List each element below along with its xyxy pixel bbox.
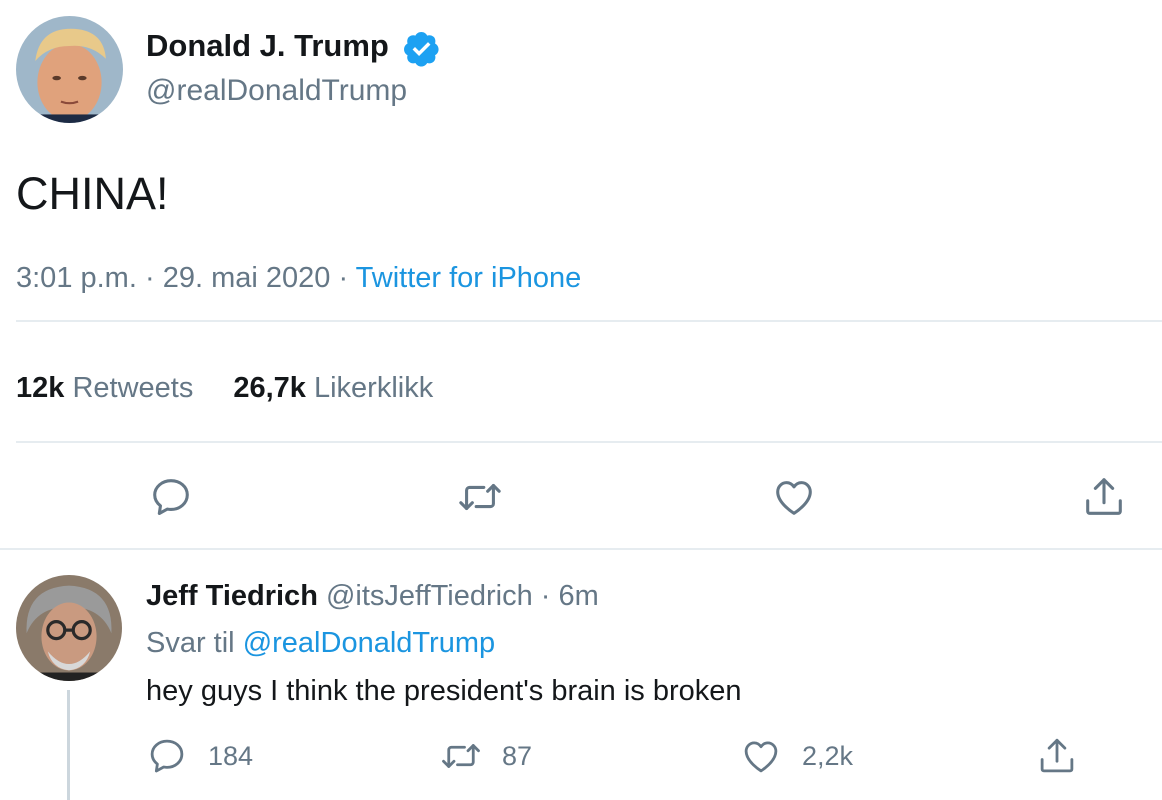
author-name[interactable]: Donald J. Trump xyxy=(146,28,389,64)
share-button[interactable] xyxy=(1081,474,1127,520)
reply-text: hey guys I think the president's brain i… xyxy=(146,675,742,707)
retweet-button[interactable] xyxy=(457,474,503,520)
reply-retweet-button[interactable]: 87 xyxy=(440,734,532,778)
reply-like-button[interactable]: 2,2k xyxy=(740,734,853,778)
share-icon xyxy=(1086,478,1122,515)
likes-label: Likerklikk xyxy=(313,372,434,404)
reply-share-button[interactable] xyxy=(1036,734,1078,778)
retweets-label: Retweets xyxy=(72,372,194,404)
tweet-date[interactable]: 29. mai 2020 xyxy=(163,262,331,294)
author-photo xyxy=(16,575,122,681)
avatar[interactable] xyxy=(16,16,123,123)
tweet-source-link[interactable]: Twitter for iPhone xyxy=(356,262,582,294)
replying-to-label: Svar til xyxy=(146,627,235,659)
meta-separator: · xyxy=(540,580,551,612)
tweet-meta: 3:01 p.m. · 29. mai 2020 · Twitter for i… xyxy=(16,262,581,295)
tweet-stats: 12k Retweets 26,7k Likerklikk xyxy=(16,372,433,405)
reply-reply-button[interactable]: 184 xyxy=(146,734,253,778)
verified-badge-icon xyxy=(402,29,441,68)
reply-time[interactable]: 6m xyxy=(559,580,599,612)
replying-to-mention[interactable]: @realDonaldTrump xyxy=(243,627,495,659)
tweet-text: CHINA! xyxy=(16,168,169,219)
reply-author-name[interactable]: Jeff Tiedrich xyxy=(146,580,318,612)
meta-separator: · xyxy=(338,262,349,294)
thread-line xyxy=(67,690,70,800)
tweet-time[interactable]: 3:01 p.m. xyxy=(16,262,137,294)
meta-separator: · xyxy=(144,262,155,294)
author-handle[interactable]: @realDonaldTrump xyxy=(146,74,407,108)
reply-button[interactable] xyxy=(148,474,194,520)
retweets-stat[interactable]: 12k Retweets xyxy=(16,372,193,404)
divider xyxy=(16,441,1162,443)
retweet-count: 87 xyxy=(502,740,533,771)
share-icon xyxy=(1040,738,1074,773)
reply-author-handle[interactable]: @itsJeffTiedrich xyxy=(326,580,533,612)
retweets-count: 12k xyxy=(16,372,65,404)
like-icon xyxy=(776,481,812,515)
reply-icon xyxy=(153,479,189,516)
divider xyxy=(16,320,1162,322)
like-count: 2,2k xyxy=(802,740,854,771)
likes-count: 26,7k xyxy=(233,372,306,404)
reply-header: Jeff Tiedrich @itsJeffTiedrich · 6m xyxy=(146,580,599,613)
reply-icon xyxy=(150,739,184,773)
like-button[interactable] xyxy=(771,474,817,520)
retweet-icon xyxy=(459,483,501,511)
author-photo xyxy=(16,16,123,123)
divider xyxy=(0,548,1162,550)
likes-stat[interactable]: 26,7k Likerklikk xyxy=(233,372,433,404)
reply-count: 184 xyxy=(208,740,254,771)
replying-to: Svar til @realDonaldTrump xyxy=(146,627,495,660)
like-icon xyxy=(744,741,778,773)
retweet-icon xyxy=(442,744,480,768)
avatar[interactable] xyxy=(16,575,122,681)
